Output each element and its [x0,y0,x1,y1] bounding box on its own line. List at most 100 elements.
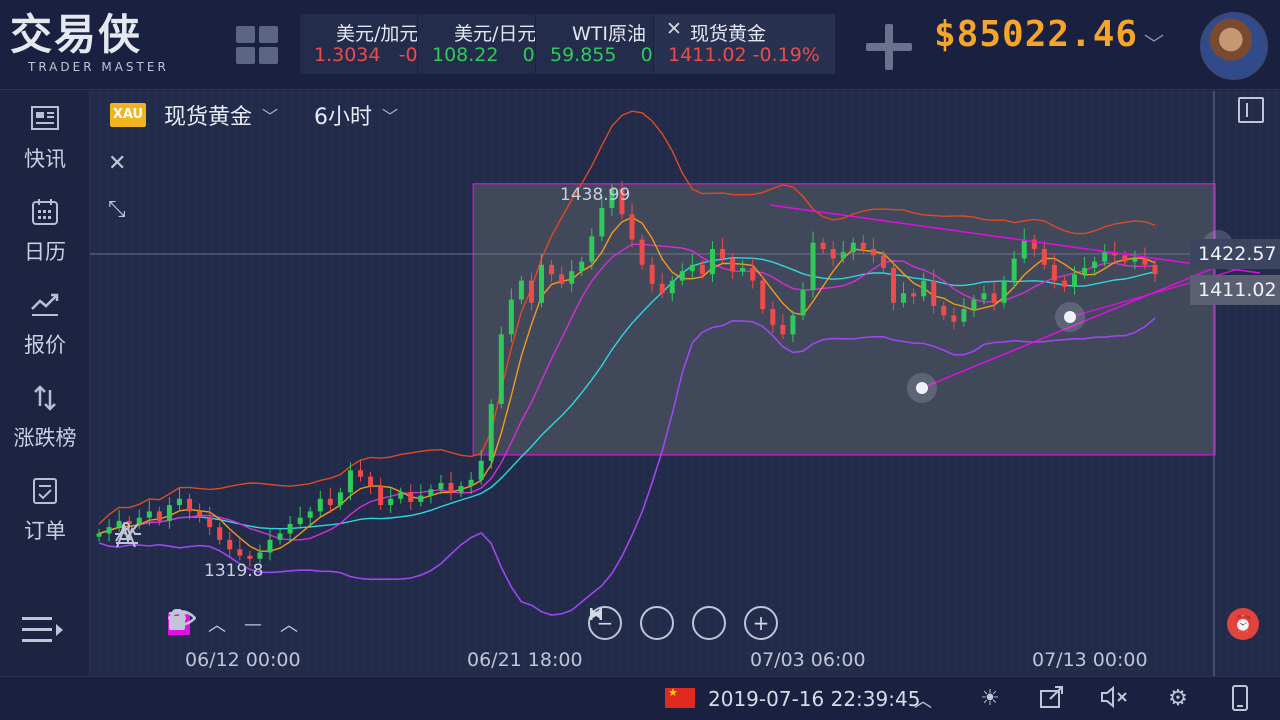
tab-quote: 59.855 0 [550,44,653,66]
tab-name: 美元/日元 [454,23,536,45]
logo-text: 交易侠 [10,10,143,59]
account-balance[interactable]: $85022.46 [934,14,1138,55]
candle-body [880,255,886,268]
current-price-tag: 1411.02 [1190,275,1280,305]
chevron-up-icon[interactable]: ︿ [280,611,298,637]
period-selector[interactable]: 6小时 [314,99,372,131]
candle-body [478,460,484,480]
symbol-selector[interactable]: 现货黄金 [164,99,252,131]
add-tab-icon[interactable] [866,24,912,70]
tab-usdcad[interactable]: 美元/加元 1.3034 -0 [300,14,418,74]
mute-icon[interactable] [1100,685,1128,713]
candle-body [398,492,404,499]
candle-body [448,482,454,493]
grid-menu-icon[interactable] [236,26,280,66]
panel-toggle-icon[interactable] [1238,97,1264,123]
chevron-up-icon[interactable]: ︿ [914,687,932,713]
share-icon[interactable] [1038,685,1066,713]
candle-body [237,549,243,556]
candle-body [297,517,303,525]
mobile-icon[interactable] [1226,685,1254,713]
x-tick-label: 06/21 18:00 [467,649,583,671]
candle-body [428,489,434,496]
sidebar-item-ranking[interactable]: 涨跌榜 [0,370,90,450]
candle-body [981,293,987,300]
chevron-down-icon[interactable]: ﹀ [382,103,398,127]
candle-body [438,482,444,490]
close-tab-icon[interactable]: ✕ [666,18,682,40]
candle-body [649,264,655,284]
candle-body [559,274,565,284]
candle-body [187,498,193,512]
chevron-down-icon[interactable]: ﹀ [262,103,278,127]
shrink-icon[interactable]: ⤡ [108,197,126,222]
candle-body [388,498,394,506]
candle-body [1102,252,1108,262]
price-chart[interactable]: XAU 现货黄金 ﹀ 6小时 ﹀ ✕ ⤡ 1438.99 1319.8 1422… [90,91,1280,676]
candle-body [549,264,555,275]
chart-canvas[interactable] [90,91,1280,676]
tab-wti[interactable]: WTI原油 59.855 0 [536,14,654,74]
tab-quote: 1411.02 -0.19% [668,44,820,66]
candle-body [1092,261,1098,268]
sidebar-item-quotes[interactable]: 报价 [0,277,90,357]
skip-forward-icon[interactable] [590,606,726,640]
close-icon[interactable]: ✕ [108,151,126,176]
candle-body [830,249,836,259]
calendar-icon [30,198,60,228]
candle-body [458,486,464,493]
zoom-in-icon[interactable]: + [744,606,778,640]
candle-body [921,280,927,297]
avatar[interactable] [1200,12,1268,80]
china-flag-icon [665,686,695,708]
tab-gold[interactable]: ✕ 现货黄金 1411.02 -0.19% [654,14,836,74]
candle-body [358,470,363,477]
candle-body [156,511,162,521]
candle-body [327,498,333,506]
status-bar: 2019-07-16 22:39:45 ︿ ☀ ⚙ [0,676,1280,720]
candle-body [488,403,494,461]
chevron-down-icon[interactable]: ﹀ [1144,28,1164,57]
candle-body [569,271,575,284]
line-style-icon[interactable]: — [244,614,262,635]
sidebar-item-label: 日历 [24,240,66,264]
settings-gear-icon[interactable]: ⚙ [1164,685,1192,713]
anchor-handle [1064,311,1076,323]
sidebar-item-orders[interactable]: 订单 [0,463,90,543]
alarm-clock-icon[interactable]: ⏰ [1227,608,1259,640]
tab-usdjpy[interactable]: 美元/日元 108.22 0 [418,14,536,74]
candle-body [468,479,474,487]
candle-body [307,511,313,518]
candle-body [176,498,182,506]
up-down-arrows-icon [30,384,60,414]
candle-body [539,264,545,303]
candle-body [740,267,746,272]
candle-body [106,527,112,534]
high-label: 1438.99 [560,185,631,205]
news-icon [30,105,60,135]
candle-body [378,486,384,506]
drawing-rectangle [472,183,1216,456]
drawing-compass-icon[interactable] [114,522,144,603]
skip-back-icon[interactable] [590,606,674,640]
candle-body [1041,249,1047,265]
candle-body [709,249,715,275]
drawing-toolbar: ︿ — ︿ [168,609,352,639]
menu-icon[interactable] [22,613,68,647]
anchor-handle [916,382,928,394]
candle-body [267,539,273,553]
brightness-icon[interactable]: ☀ [976,685,1004,713]
candle-body [870,249,876,256]
sidebar-item-calendar[interactable]: 日历 [0,184,90,264]
candle-body [589,236,595,262]
candle-body [498,334,504,404]
candle-body [860,242,866,249]
quote-chart-icon [30,291,60,321]
candle-body [699,264,705,275]
candle-body [1021,239,1027,259]
sidebar-item-news[interactable]: 快讯 [0,91,90,171]
candle-body [1051,264,1057,281]
candle-body [317,498,323,512]
candle-body [287,524,293,534]
chevron-up-icon[interactable]: ︿ [208,611,226,637]
